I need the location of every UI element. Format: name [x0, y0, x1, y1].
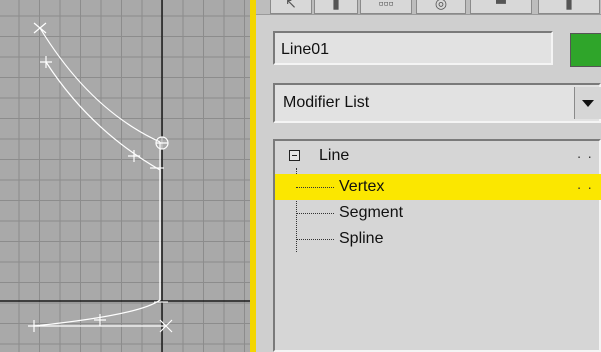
- create-tab-icon[interactable]: ↖: [270, 0, 312, 14]
- modifier-list-label: Modifier List: [283, 94, 370, 111]
- stack-item-segment[interactable]: Segment: [275, 200, 601, 226]
- spline-drawing: [0, 0, 250, 352]
- stack-item-vertex[interactable]: Vertex · ·: [275, 174, 601, 200]
- chevron-down-icon[interactable]: [574, 87, 601, 119]
- viewport[interactable]: [0, 0, 250, 352]
- collapse-minus-icon[interactable]: [289, 150, 300, 161]
- stack-dots-icon: · ·: [576, 148, 593, 164]
- stack-item-label: Spline: [339, 230, 384, 247]
- hierarchy-tab-icon[interactable]: ▫▫▫: [360, 0, 412, 14]
- object-name-field[interactable]: Line01: [273, 31, 553, 65]
- stack-item-line[interactable]: Line · ·: [275, 143, 601, 169]
- utilities-tab-icon[interactable]: ▮: [538, 0, 600, 14]
- modify-tab-icon[interactable]: ▮: [314, 0, 358, 14]
- stack-item-label: Segment: [339, 204, 404, 221]
- stack-dots-icon: · ·: [576, 179, 593, 195]
- motion-tab-icon[interactable]: ◎: [416, 0, 466, 14]
- stack-item-spline[interactable]: Spline: [275, 226, 601, 252]
- modifier-list-dropdown[interactable]: Modifier List: [273, 83, 601, 123]
- panel-tabs: ↖ ▮ ▫▫▫ ◎ ▀ ▮: [256, 0, 601, 15]
- stack-item-label: Line: [319, 147, 350, 164]
- modifier-stack[interactable]: Line · · Vertex · · Segment Spline: [273, 139, 601, 352]
- stack-item-label: Vertex: [339, 178, 385, 195]
- display-tab-icon[interactable]: ▀: [470, 0, 532, 14]
- command-panel: ↖ ▮ ▫▫▫ ◎ ▀ ▮ Line01 Modifier List Line …: [256, 0, 601, 352]
- tree-branch: [296, 187, 334, 189]
- object-color-swatch[interactable]: [570, 33, 601, 67]
- tree-branch: [296, 239, 334, 241]
- tree-branch: [296, 213, 334, 215]
